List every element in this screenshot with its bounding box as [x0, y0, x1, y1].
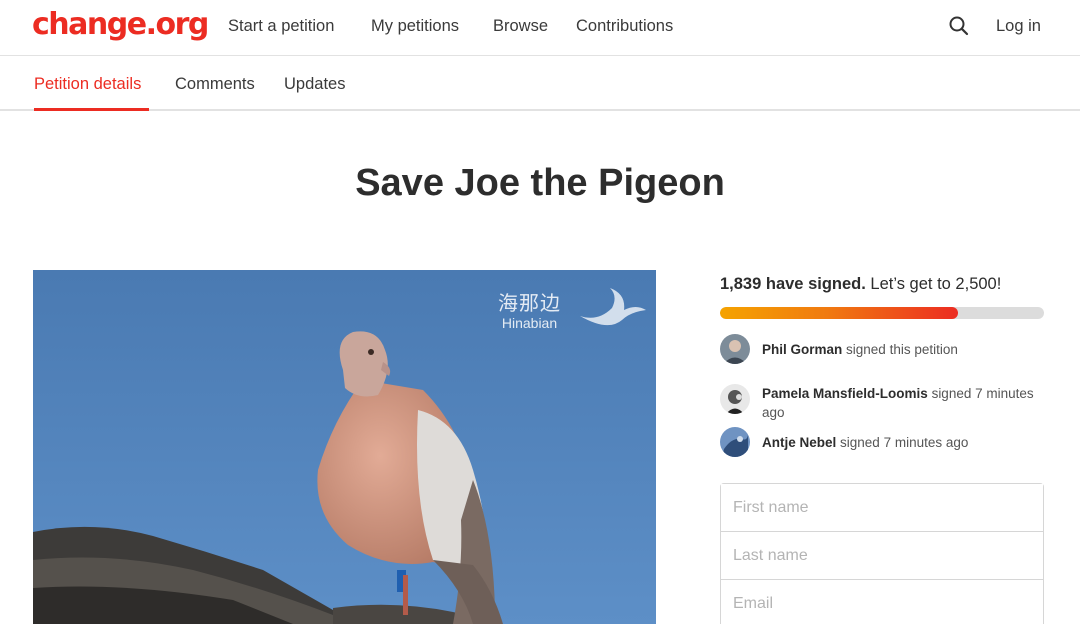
sign-petition-form [720, 483, 1044, 624]
signature-progress-bar [720, 307, 1044, 319]
watermark-chinese: 海那边 [498, 293, 561, 315]
signature-count-bold: 1,839 have signed. [720, 275, 866, 293]
signer-action: signed 7 minutes ago [840, 435, 969, 450]
login-link[interactable]: Log in [996, 16, 1041, 36]
top-nav: change.org Start a petition My petitions… [0, 0, 1080, 56]
tab-petition-details[interactable]: Petition details [34, 74, 141, 94]
avatar [720, 384, 750, 414]
signer-action: signed this petition [846, 342, 958, 357]
signer-name[interactable]: Pamela Mansfield-Loomis [762, 386, 928, 401]
nav-my-petitions[interactable]: My petitions [371, 16, 459, 36]
avatar [720, 334, 750, 364]
tab-updates[interactable]: Updates [284, 74, 345, 94]
search-icon[interactable] [947, 14, 971, 38]
petition-tabs: Petition details Comments Updates [0, 56, 1080, 111]
watermark-bird-icon [578, 286, 648, 332]
signer-name[interactable]: Phil Gorman [762, 342, 842, 357]
signature-progress-fill [720, 307, 959, 319]
signature-count: 1,839 have signed. Let’s get to 2,500! [720, 274, 1001, 294]
avatar [720, 427, 750, 457]
active-tab-indicator [34, 108, 149, 111]
nav-start-petition[interactable]: Start a petition [228, 16, 334, 36]
change-org-logo[interactable]: change.org [32, 8, 209, 42]
tab-comments[interactable]: Comments [175, 74, 255, 94]
image-watermark: 海那边 Hinabian [498, 294, 561, 330]
first-name-field[interactable] [721, 484, 1043, 532]
nav-browse[interactable]: Browse [493, 16, 548, 36]
signer-name[interactable]: Antje Nebel [762, 435, 836, 450]
petition-title: Save Joe the Pigeon [355, 162, 725, 204]
petition-image: 海那边 Hinabian [33, 270, 656, 624]
nav-contributions[interactable]: Contributions [576, 16, 673, 36]
watermark-latin: Hinabian [501, 315, 558, 331]
signature-goal: Let’s get to 2,500! [870, 275, 1002, 293]
email-field[interactable] [721, 580, 1043, 624]
last-name-field[interactable] [721, 532, 1043, 580]
